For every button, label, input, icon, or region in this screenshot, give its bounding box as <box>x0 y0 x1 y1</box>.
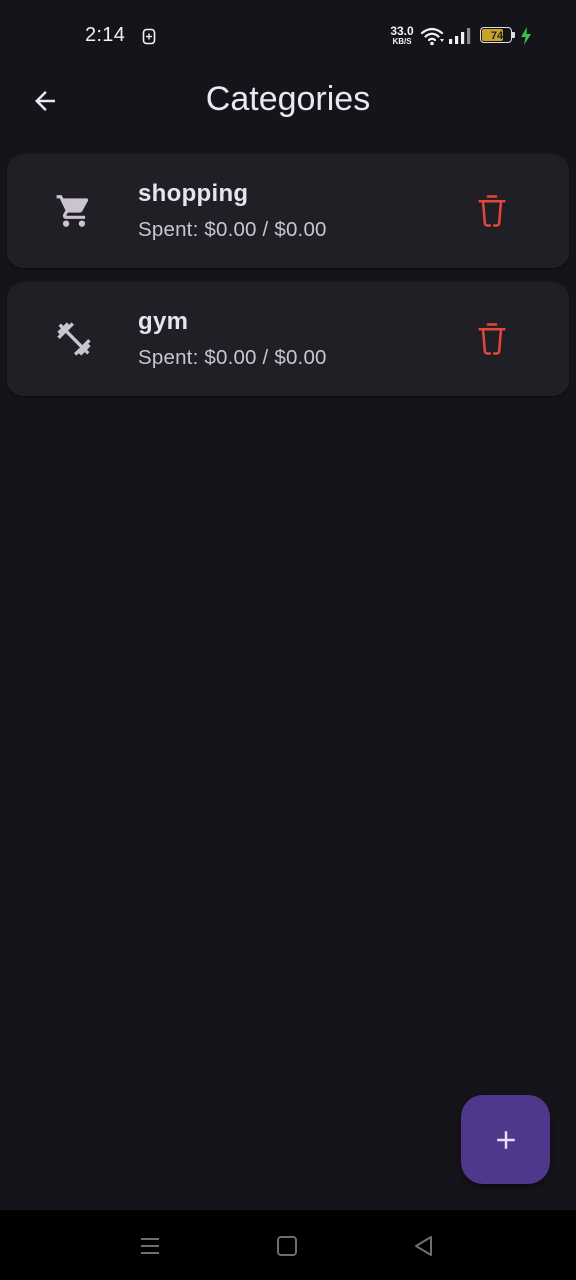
menu-icon <box>141 1238 159 1254</box>
add-icon <box>496 1130 515 1149</box>
status-time: 2:14 <box>85 24 126 46</box>
add-category-button[interactable] <box>461 1095 550 1184</box>
categories-screen: 2:14 33.0 KB/S 74 Categories shopping Sp… <box>0 0 576 1280</box>
category-icon <box>51 188 97 234</box>
category-card-gym[interactable]: gym Spent: $0.00 / $0.00 <box>7 282 569 396</box>
category-spent: Spent: $0.00 / $0.00 <box>138 218 327 241</box>
category-name: gym <box>138 308 189 335</box>
wifi-icon <box>420 27 444 46</box>
fitness-icon <box>57 322 91 356</box>
sim-icon <box>142 28 156 45</box>
nav-recents-button[interactable] <box>136 1232 164 1260</box>
net-speed-value: 33.0 <box>390 24 414 38</box>
delete-button[interactable] <box>469 316 515 362</box>
back-triangle-icon <box>415 1236 432 1256</box>
charging-icon <box>521 27 531 45</box>
signal-icon <box>449 28 471 44</box>
page-title: Categories <box>205 80 371 118</box>
battery-tip <box>512 32 515 38</box>
category-card-shopping[interactable]: shopping Spent: $0.00 / $0.00 <box>7 154 569 268</box>
category-spent: Spent: $0.00 / $0.00 <box>138 346 327 369</box>
battery-body: 74 <box>480 27 512 43</box>
category-icon <box>51 316 97 362</box>
home-icon <box>277 1236 297 1256</box>
category-name: shopping <box>138 180 249 207</box>
delete-icon <box>478 195 506 227</box>
battery-level: 74 <box>490 30 504 42</box>
delete-icon <box>478 323 506 355</box>
nav-home-button[interactable] <box>273 1232 301 1260</box>
net-speed: 33.0 KB/S <box>386 25 418 46</box>
nav-back-button[interactable] <box>410 1232 438 1260</box>
net-speed-unit: KB/S <box>392 37 412 46</box>
shopping-cart-icon <box>56 195 89 227</box>
status-bar: 2:14 33.0 KB/S 74 <box>0 0 576 72</box>
delete-button[interactable] <box>469 188 515 234</box>
app-bar: Categories <box>0 72 576 132</box>
battery-icon: 74 <box>480 27 520 45</box>
system-nav-bar <box>0 1210 576 1280</box>
